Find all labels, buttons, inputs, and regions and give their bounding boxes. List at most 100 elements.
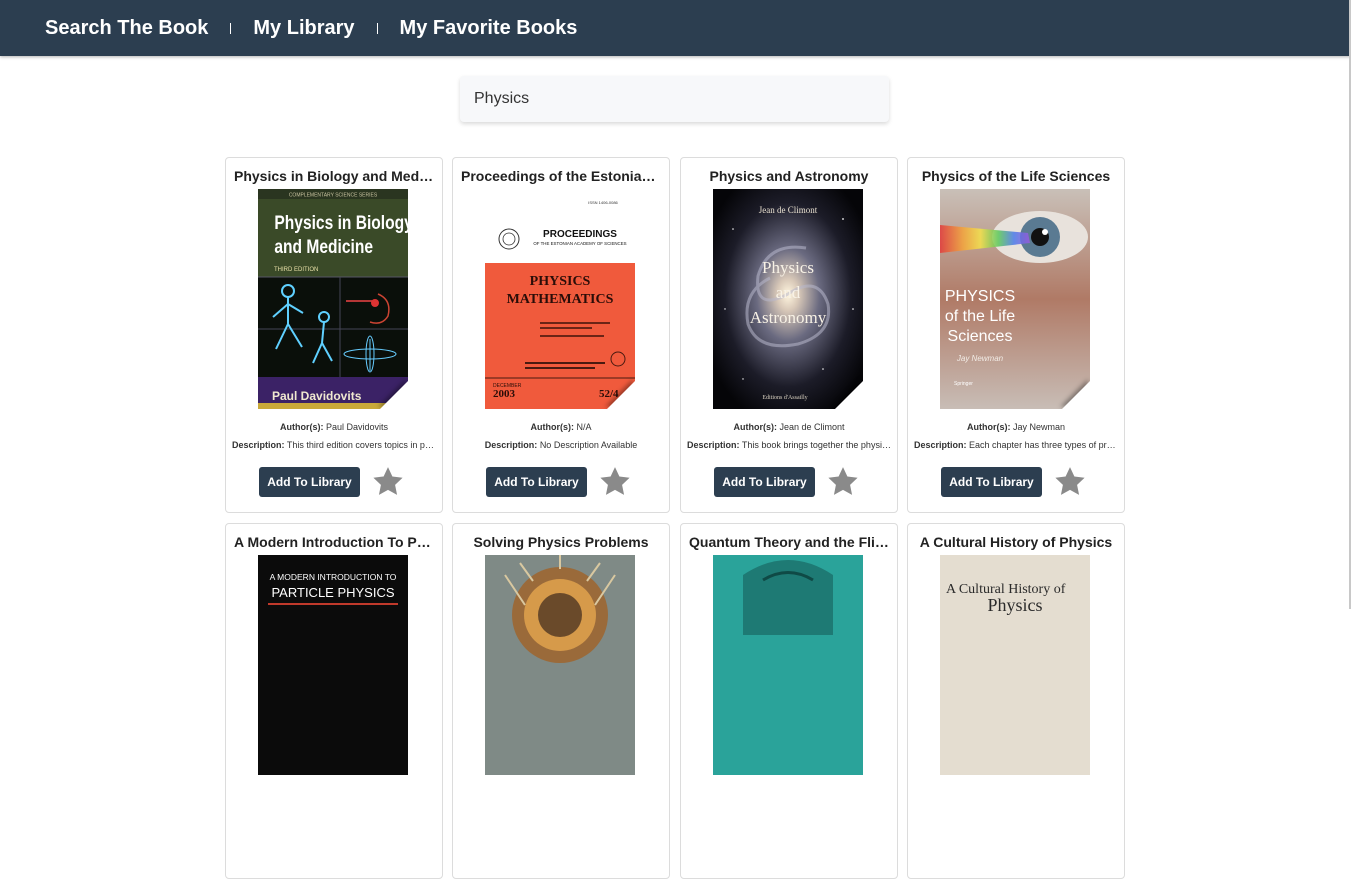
description-value: This book brings together the physics an… bbox=[741, 440, 891, 450]
nav-my-library[interactable]: My Library bbox=[253, 17, 354, 40]
cover-art-solving-physics-problems bbox=[485, 555, 635, 775]
nav-my-favorite-books[interactable]: My Favorite Books bbox=[400, 17, 578, 40]
book-card: Proceedings of the Estonian Academy of S… bbox=[452, 157, 670, 513]
author-value: Jay Newman bbox=[1012, 422, 1066, 432]
description-value: Each chapter has three types of problems bbox=[969, 440, 1118, 450]
book-card: Physics and Astronomy Jean de Climont Ph… bbox=[680, 157, 898, 513]
description-label: Description: bbox=[687, 440, 740, 450]
cover-author: Jay Newman bbox=[956, 354, 1004, 363]
author-label: Author(s): bbox=[530, 422, 574, 432]
author-label: Author(s): bbox=[966, 422, 1011, 432]
book-title[interactable]: A Modern Introduction To Particle Physic… bbox=[234, 534, 434, 550]
cover-art-proceedings: ISSN 1406-0086 PROCEEDINGS OF THE ESTONI… bbox=[485, 189, 635, 409]
cover-title-line1: Physics in Biology bbox=[274, 212, 408, 234]
book-author: Author(s): N/A bbox=[459, 422, 663, 432]
page-curl bbox=[380, 381, 408, 409]
add-to-library-button[interactable]: Add To Library bbox=[714, 467, 815, 497]
cover-title-line2: and bbox=[776, 283, 801, 302]
book-cover[interactable] bbox=[713, 555, 863, 775]
book-cover[interactable]: A MODERN INTRODUCTION TO PARTICLE PHYSIC… bbox=[258, 555, 408, 775]
description-value: This third edition covers topics in phys… bbox=[286, 440, 436, 450]
book-title[interactable]: Solving Physics Problems bbox=[461, 534, 661, 550]
nav-divider bbox=[376, 22, 378, 34]
cover-series: COMPLEMENTARY SCIENCE SERIES bbox=[289, 193, 378, 199]
book-card: Physics in Biology and Medicine COMPLEME… bbox=[225, 157, 443, 513]
favorite-star-icon[interactable] bbox=[826, 465, 860, 499]
book-title[interactable]: A Cultural History of Physics bbox=[916, 534, 1116, 550]
cover-author: Jean de Climont bbox=[759, 205, 818, 215]
page-curl bbox=[607, 381, 635, 409]
author-value: Paul Davidovits bbox=[325, 422, 389, 432]
top-nav-bar: Search The Book My Library My Favorite B… bbox=[0, 0, 1351, 56]
cover-title-line3: Astronomy bbox=[750, 308, 827, 327]
description-label: Description: bbox=[914, 440, 967, 450]
book-title[interactable]: Physics and Astronomy bbox=[689, 168, 889, 184]
book-card: Physics of the Life Sciences PHYSICS of … bbox=[907, 157, 1125, 513]
cover-title-line2: and Medicine bbox=[274, 236, 373, 258]
book-title[interactable]: Quantum Theory and the Flight from Reali… bbox=[689, 534, 889, 550]
book-description: Description: This book brings together t… bbox=[687, 440, 891, 450]
book-cover[interactable]: COMPLEMENTARY SCIENCE SERIES Physics in … bbox=[258, 189, 408, 409]
cover-title-line1: PHYSICS bbox=[945, 288, 1015, 305]
book-card: A Modern Introduction To Particle Physic… bbox=[225, 523, 443, 879]
author-label: Author(s): bbox=[279, 422, 324, 432]
book-description: Description: No Description Available bbox=[459, 440, 663, 450]
book-card: A Cultural History of Physics A Cultural… bbox=[907, 523, 1125, 879]
book-description: Description: Each chapter has three type… bbox=[914, 440, 1118, 450]
search-input[interactable] bbox=[460, 76, 889, 122]
description-label: Description: bbox=[232, 440, 285, 450]
nav-divider bbox=[230, 22, 232, 34]
cover-title-line2: PARTICLE PHYSICS bbox=[271, 585, 394, 600]
cover-title-line1: A MODERN INTRODUCTION TO bbox=[270, 572, 397, 582]
book-cover[interactable]: Jean de Climont Physics and Astronomy Ed… bbox=[713, 189, 863, 409]
cover-year: 2003 bbox=[493, 388, 516, 400]
cover-art-cultural-history-physics: A Cultural History of Physics bbox=[940, 555, 1090, 775]
cover-art-physics-of-life-sciences: PHYSICS of the Life Sciences Jay Newman … bbox=[940, 189, 1090, 409]
cover-issn: ISSN 1406-0086 bbox=[588, 200, 618, 205]
author-value: N/A bbox=[576, 422, 592, 432]
book-card: Quantum Theory and the Flight from Reali… bbox=[680, 523, 898, 879]
search-box bbox=[460, 76, 889, 122]
cover-art-quantum-theory bbox=[713, 555, 863, 775]
cover-edition: THIRD EDITION bbox=[274, 267, 318, 273]
cover-title-line2: of the Life bbox=[945, 308, 1015, 325]
description-label: Description: bbox=[484, 440, 538, 450]
page-curl bbox=[1062, 381, 1090, 409]
book-cover[interactable] bbox=[485, 555, 635, 775]
book-author: Author(s): Jean de Climont bbox=[687, 422, 891, 432]
book-description: Description: This third edition covers t… bbox=[232, 440, 436, 450]
cover-academy: OF THE ESTONIAN ACADEMY OF SCIENCES bbox=[533, 241, 626, 246]
cover-art-physics-and-astronomy: Jean de Climont Physics and Astronomy Ed… bbox=[713, 189, 863, 409]
book-cover[interactable]: ISSN 1406-0086 PROCEEDINGS OF THE ESTONI… bbox=[485, 189, 635, 409]
book-title[interactable]: Proceedings of the Estonian Academy of S… bbox=[461, 168, 661, 184]
add-to-library-button[interactable]: Add To Library bbox=[941, 467, 1042, 497]
description-value: No Description Available bbox=[539, 440, 638, 450]
page-curl bbox=[835, 381, 863, 409]
favorite-star-icon[interactable] bbox=[371, 465, 405, 499]
book-title[interactable]: Physics of the Life Sciences bbox=[916, 168, 1116, 184]
cover-author: Paul Davidovits bbox=[272, 389, 362, 403]
cover-title-line1: Physics bbox=[762, 258, 814, 277]
cover-proceedings: PROCEEDINGS bbox=[543, 229, 617, 240]
cover-publisher: Springer bbox=[954, 381, 973, 387]
author-label: Author(s): bbox=[733, 422, 777, 432]
author-value: Jean de Climont bbox=[779, 422, 845, 432]
book-title[interactable]: Physics in Biology and Medicine bbox=[234, 168, 434, 184]
book-author: Author(s): Jay Newman bbox=[914, 422, 1118, 432]
favorite-star-icon[interactable] bbox=[598, 465, 632, 499]
cover-title-line2: Physics bbox=[987, 595, 1042, 615]
book-cover[interactable]: A Cultural History of Physics bbox=[940, 555, 1090, 775]
favorite-star-icon[interactable] bbox=[1053, 465, 1087, 499]
cover-art-physics-in-biology: COMPLEMENTARY SCIENCE SERIES Physics in … bbox=[258, 189, 408, 409]
add-to-library-button[interactable]: Add To Library bbox=[486, 467, 587, 497]
cover-subject-2: MATHEMATICS bbox=[507, 292, 614, 307]
nav-search-the-book[interactable]: Search The Book bbox=[45, 17, 208, 40]
book-author: Author(s): Paul Davidovits bbox=[232, 422, 436, 432]
cover-art-particle-physics: A MODERN INTRODUCTION TO PARTICLE PHYSIC… bbox=[258, 555, 408, 775]
cover-title-line3: Sciences bbox=[948, 328, 1013, 345]
book-card: Solving Physics Problems bbox=[452, 523, 670, 879]
book-cover[interactable]: PHYSICS of the Life Sciences Jay Newman … bbox=[940, 189, 1090, 409]
cover-subject-1: PHYSICS bbox=[530, 274, 591, 289]
cover-publisher: Editions d'Assailly bbox=[762, 395, 807, 401]
add-to-library-button[interactable]: Add To Library bbox=[259, 467, 360, 497]
